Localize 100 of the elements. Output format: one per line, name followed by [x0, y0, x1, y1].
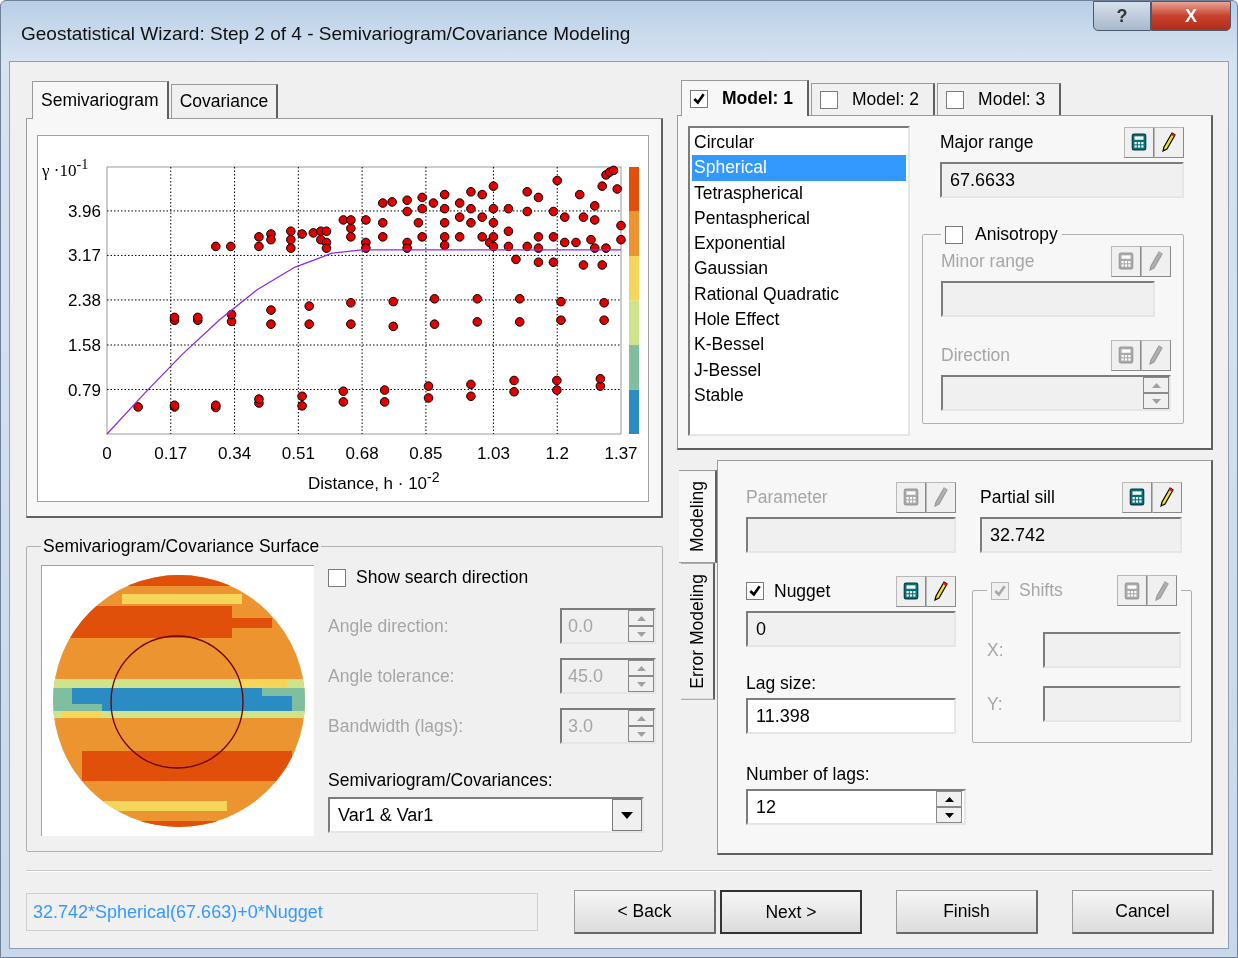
field-label: X: — [987, 639, 1004, 661]
checkbox[interactable] — [820, 90, 838, 109]
data-point — [616, 234, 626, 245]
close-button[interactable]: X — [1151, 1, 1231, 31]
data-point — [428, 198, 439, 208]
axis-tick-label: 1.2 — [545, 444, 570, 463]
vertical-tab[interactable]: Modeling — [679, 470, 717, 564]
range-field[interactable]: 67.6633 — [940, 162, 1184, 198]
calculator-button[interactable] — [896, 575, 926, 607]
data-point — [254, 394, 264, 404]
data-point — [346, 215, 356, 225]
spin-down-button[interactable] — [936, 807, 962, 823]
data-point — [608, 165, 619, 176]
data-point — [266, 234, 276, 245]
list-item[interactable]: Gaussian — [692, 256, 906, 282]
dialog-button[interactable]: Next > — [720, 890, 862, 934]
data-point — [402, 195, 412, 206]
pencil-button[interactable] — [1152, 481, 1182, 513]
pencil-button[interactable] — [1154, 126, 1184, 158]
calculator-icon — [1118, 252, 1134, 270]
data-point — [286, 226, 296, 236]
calculator-button[interactable] — [1122, 481, 1152, 513]
down-arrow-icon — [636, 681, 646, 687]
data-point — [533, 243, 544, 253]
axis-tick-label: 1.37 — [604, 444, 638, 463]
calculator-icon — [1118, 346, 1134, 364]
data-point — [379, 397, 390, 407]
shift-field[interactable] — [1042, 632, 1181, 668]
list-item[interactable]: Exponential — [692, 231, 906, 257]
vertical-tab[interactable]: Error Modeling — [681, 563, 715, 700]
field-label: Lag size: — [746, 673, 818, 694]
checkbox[interactable] — [945, 225, 963, 244]
list-item[interactable]: Pentaspherical — [692, 205, 906, 232]
pencil-icon — [934, 581, 948, 601]
data-point — [439, 240, 450, 251]
field-label: Angle tolerance: — [328, 665, 455, 687]
list-item[interactable]: Circular — [692, 130, 906, 156]
field-label: Minor range — [941, 250, 1035, 272]
axis-tick-label: 0 — [102, 444, 112, 463]
data-point — [503, 241, 514, 252]
model-list[interactable]: Circular Spherical Tetraspherical Pentaspherical Exponential Gaussian Rational Quadratic Hole Effect K-Bessel J-Bessel Stable — [688, 126, 910, 436]
model-tab[interactable]: Model: 3 — [937, 83, 1062, 115]
list-item[interactable]: Hole Effect — [692, 307, 906, 333]
shift-field[interactable] — [1042, 686, 1181, 722]
field-label: Bandwidth (lags): — [328, 715, 464, 737]
dialog-button[interactable]: Cancel — [1072, 890, 1214, 934]
axis-tick-label: 0.79 — [67, 380, 101, 400]
y-axis-label: γ ·10$^{-1}$ — [42, 156, 89, 181]
dialog-button[interactable]: < Back — [574, 890, 716, 934]
list-item[interactable]: J-Bessel — [692, 357, 906, 383]
list-item[interactable]: Tetraspherical — [692, 180, 906, 206]
data-point — [522, 241, 532, 252]
help-button[interactable]: ? — [1093, 1, 1151, 31]
data-point — [308, 228, 319, 238]
tab[interactable]: Semivariogram — [32, 81, 169, 119]
window-title: Geostatistical Wizard: Step 2 of 4 - Semivariogram/Covariance Modeling — [21, 23, 631, 45]
lag-size-field[interactable]: 11.398 — [746, 698, 956, 734]
tab[interactable]: Covariance — [170, 84, 279, 118]
checkbox[interactable] — [690, 89, 708, 108]
data-point — [266, 319, 276, 329]
pencil-icon — [1149, 251, 1163, 271]
pencil-icon — [934, 487, 948, 507]
data-point — [477, 189, 487, 200]
checkbox[interactable] — [946, 90, 965, 109]
model-tab[interactable]: Model: 1 — [681, 80, 809, 116]
dialog-button[interactable]: Finish — [896, 890, 1038, 934]
data-point — [472, 317, 483, 327]
calculator-button[interactable] — [1124, 126, 1154, 158]
pencil-icon — [1160, 487, 1174, 507]
dropdown-button[interactable] — [612, 799, 642, 831]
parameter-field[interactable] — [746, 517, 956, 553]
sill-field[interactable]: 32.742 — [980, 517, 1182, 553]
data-point — [321, 243, 332, 253]
calculator-icon — [903, 582, 919, 600]
data-point — [338, 397, 349, 407]
list-item[interactable]: K-Bessel — [692, 332, 906, 358]
field-label: Partial sill — [980, 486, 1055, 508]
field-label: Semivariogram/Covariances: — [328, 770, 554, 791]
dropdown-field[interactable]: Var1 & Var1 — [328, 797, 644, 833]
axis-tick-label: 1.03 — [476, 444, 510, 463]
data-point — [346, 232, 356, 242]
data-point — [439, 217, 450, 228]
field-label: Angle direction: — [328, 615, 449, 637]
spin-up-button[interactable] — [936, 791, 962, 807]
range-field[interactable] — [941, 281, 1155, 317]
list-item[interactable]: Rational Quadratic — [692, 281, 906, 308]
pencil-icon — [1154, 580, 1169, 601]
list-item[interactable]: Stable — [692, 382, 906, 409]
up-arrow-icon — [636, 615, 646, 621]
number-field[interactable]: 12 — [746, 789, 966, 825]
field-label: Parameter — [746, 486, 828, 508]
calculator-icon — [1131, 133, 1147, 151]
nugget-field[interactable]: 0 — [746, 611, 956, 647]
checkbox[interactable] — [328, 568, 346, 587]
data-point — [439, 232, 450, 242]
data-point — [522, 187, 532, 197]
field-label: Number of lags: — [746, 764, 871, 785]
model-tab[interactable]: Model: 2 — [811, 83, 936, 115]
pencil-button[interactable] — [926, 575, 956, 607]
checkbox[interactable] — [746, 582, 764, 600]
